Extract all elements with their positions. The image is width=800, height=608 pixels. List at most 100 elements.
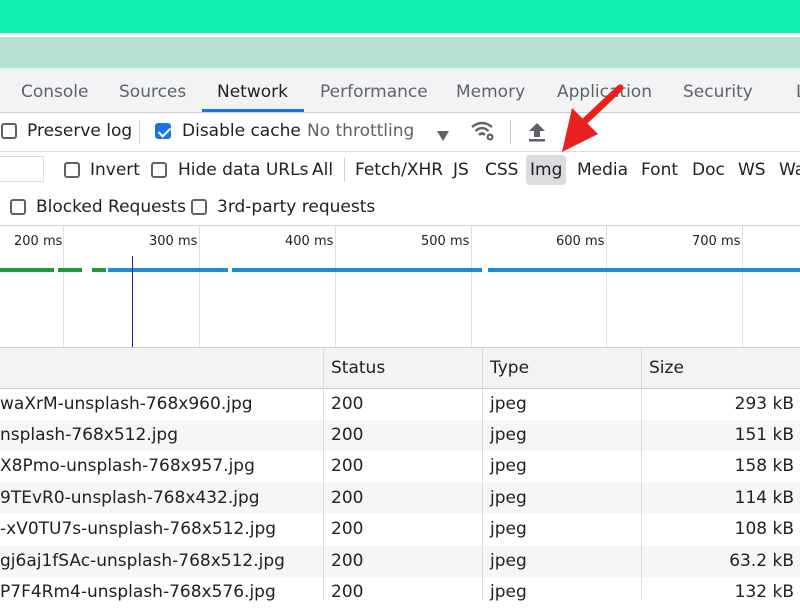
table-row[interactable]: -xV0TU7s-unsplash-768x512.jpg 200 jpeg 1… <box>0 514 800 545</box>
cell-size: 151 kB <box>734 425 794 445</box>
divider <box>139 120 140 144</box>
cell-status: 200 <box>331 425 364 445</box>
divider <box>510 120 511 144</box>
cell-size: 114 kB <box>734 488 794 508</box>
tab-sources[interactable]: Sources <box>119 72 186 112</box>
column-divider[interactable] <box>482 348 483 600</box>
tab-overflow[interactable]: L <box>796 72 800 112</box>
cell-size: 108 kB <box>734 519 794 539</box>
wifi-settings-icon[interactable] <box>470 120 496 146</box>
timeline-tick-label: 600 ms <box>556 234 605 249</box>
dropdown-triangle-icon[interactable] <box>437 126 449 145</box>
cell-size: 158 kB <box>734 456 794 476</box>
preserve-log-checkbox[interactable] <box>1 123 17 139</box>
blocked-requests-checkbox[interactable] <box>10 199 26 215</box>
cell-status: 200 <box>331 551 364 571</box>
table-row[interactable]: 9TEvR0-unsplash-768x432.jpg 200 jpeg 114… <box>0 483 800 514</box>
filter-wasm[interactable]: Wa <box>775 155 800 185</box>
cell-size: 132 kB <box>734 582 794 602</box>
network-request-table: Status Type Size waXrM-unsplash-768x960.… <box>0 348 800 602</box>
blocked-requests-label[interactable]: Blocked Requests <box>36 197 186 217</box>
table-row[interactable]: nsplash-768x512.jpg 200 jpeg 151 kB <box>0 420 800 451</box>
table-row[interactable]: waXrM-unsplash-768x960.jpg 200 jpeg 293 … <box>0 389 800 420</box>
tab-security[interactable]: Security <box>683 72 753 112</box>
timeline-gridline <box>606 226 607 347</box>
timeline-tick-label: 400 ms <box>285 234 334 249</box>
hide-data-urls-label[interactable]: Hide data URLs <box>178 160 308 180</box>
cell-status: 200 <box>331 488 364 508</box>
column-divider[interactable] <box>641 348 642 600</box>
third-party-checkbox[interactable] <box>191 199 207 215</box>
divider <box>344 158 345 182</box>
filter-font[interactable]: Font <box>637 155 682 185</box>
cell-name: 9TEvR0-unsplash-768x432.jpg <box>0 488 260 508</box>
table-row[interactable]: X8Pmo-unsplash-768x957.jpg 200 jpeg 158 … <box>0 451 800 482</box>
filter-css[interactable]: CSS <box>481 155 522 185</box>
column-divider[interactable] <box>323 348 324 600</box>
cell-status: 200 <box>331 394 364 414</box>
cell-type: jpeg <box>490 551 527 571</box>
request-options-bar: Blocked Requests 3rd-party requests <box>0 189 800 226</box>
timeline-overview[interactable]: 200 ms 300 ms 400 ms 500 ms 600 ms 700 m… <box>0 226 800 348</box>
cell-size: 63.2 kB <box>729 551 794 571</box>
download-track <box>488 268 800 272</box>
column-header-size[interactable]: Size <box>649 348 684 388</box>
hide-data-urls-checkbox[interactable] <box>151 162 167 178</box>
waiting-track <box>58 268 82 272</box>
cell-size: 293 kB <box>734 394 794 414</box>
table-row[interactable]: P7F4Rm4-unsplash-768x576.jpg 200 jpeg 13… <box>0 577 800 608</box>
cell-status: 200 <box>331 519 364 539</box>
active-tab-indicator <box>202 109 304 112</box>
filter-doc[interactable]: Doc <box>688 155 729 185</box>
disable-cache-checkbox[interactable] <box>155 123 171 139</box>
filter-js[interactable]: JS <box>449 155 473 185</box>
timeline-tick-label: 300 ms <box>149 234 198 249</box>
timeline-gridline <box>471 226 472 347</box>
invert-checkbox[interactable] <box>64 162 80 178</box>
third-party-label[interactable]: 3rd-party requests <box>217 197 375 217</box>
cell-type: jpeg <box>490 582 527 602</box>
table-row[interactable]: gj6aj1fSAc-unsplash-768x512.jpg 200 jpeg… <box>0 546 800 577</box>
devtools-tab-bar: Console Sources Network Performance Memo… <box>0 72 800 113</box>
cell-name: X8Pmo-unsplash-768x957.jpg <box>0 456 255 476</box>
timeline-tick-label: 500 ms <box>421 234 470 249</box>
cell-name: gj6aj1fSAc-unsplash-768x512.jpg <box>0 551 285 571</box>
top-color-band <box>0 0 800 33</box>
cell-name: P7F4Rm4-unsplash-768x576.jpg <box>0 582 276 602</box>
tab-console[interactable]: Console <box>21 72 89 112</box>
network-toolbar: Preserve log Disable cache No throttling <box>0 113 800 152</box>
secondary-band <box>0 37 800 68</box>
timeline-gridline <box>63 226 64 347</box>
timeline-gridline <box>199 226 200 347</box>
throttling-select[interactable]: No throttling <box>307 121 414 141</box>
timeline-tick-label: 700 ms <box>692 234 741 249</box>
waiting-track <box>92 268 106 272</box>
column-header-type[interactable]: Type <box>490 348 529 388</box>
cell-name: -xV0TU7s-unsplash-768x512.jpg <box>0 519 277 539</box>
column-header-status[interactable]: Status <box>331 348 385 388</box>
tab-memory[interactable]: Memory <box>456 72 525 112</box>
cell-type: jpeg <box>490 425 527 445</box>
tab-network[interactable]: Network <box>217 72 288 112</box>
filter-bar: Invert Hide data URLs All Fetch/XHR JS C… <box>0 152 800 189</box>
timeline-gridline <box>335 226 336 347</box>
timeline-gridline <box>742 226 743 347</box>
filter-input[interactable] <box>0 156 44 182</box>
filter-ws[interactable]: WS <box>734 155 770 185</box>
disable-cache-label[interactable]: Disable cache <box>182 121 301 141</box>
cell-type: jpeg <box>490 519 527 539</box>
filter-all[interactable]: All <box>308 155 337 185</box>
filter-fetch-xhr[interactable]: Fetch/XHR <box>351 155 447 185</box>
preserve-log-label[interactable]: Preserve log <box>27 121 132 141</box>
dom-content-loaded-marker <box>132 256 133 347</box>
cell-status: 200 <box>331 456 364 476</box>
cell-name: nsplash-768x512.jpg <box>0 425 178 445</box>
invert-label[interactable]: Invert <box>90 160 140 180</box>
cell-name: waXrM-unsplash-768x960.jpg <box>0 394 253 414</box>
tab-performance[interactable]: Performance <box>320 72 428 112</box>
table-header: Status Type Size <box>0 348 800 389</box>
cell-type: jpeg <box>490 394 527 414</box>
cell-type: jpeg <box>490 456 527 476</box>
waiting-track <box>0 268 54 272</box>
timeline-tick-label: 200 ms <box>14 234 63 249</box>
